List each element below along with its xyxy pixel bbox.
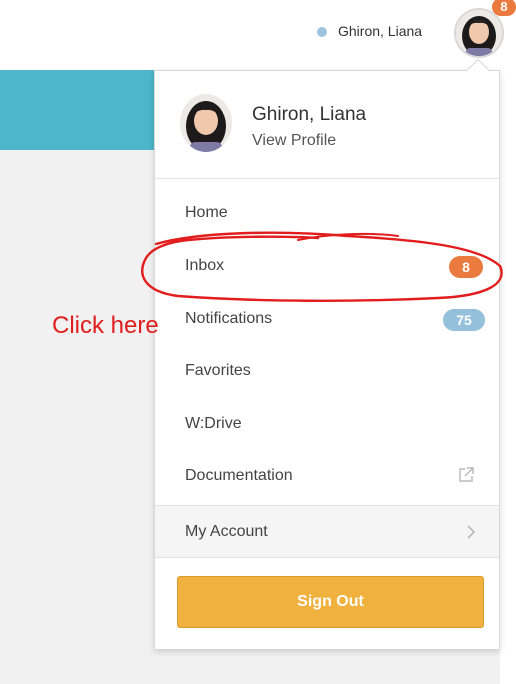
menu-item-wdrive[interactable]: W:Drive [155,399,499,451]
avatar-photo-icon [456,10,502,56]
menu-item-home[interactable]: Home [155,188,499,240]
menu-item-inbox[interactable]: Inbox 8 [155,241,499,293]
notifications-count-badge: 75 [443,309,485,331]
menu-item-label: Inbox [185,257,225,274]
menu-item-notifications[interactable]: Notifications 75 [155,294,499,346]
my-account-row[interactable]: My Account [155,505,499,558]
menu-item-label: Documentation [185,467,293,484]
top-user-name[interactable]: Ghiron, Liana [338,23,422,39]
notification-count-badge[interactable]: 8 [492,0,516,16]
view-profile-link[interactable]: View Profile [252,132,336,150]
page-edge [500,70,516,684]
menu-item-documentation[interactable]: Documentation [155,451,499,503]
profile-avatar [180,94,232,152]
menu-item-label: W:Drive [185,415,242,432]
menu-item-label: Favorites [185,362,251,379]
status-indicator [317,27,327,37]
annotation-label: Click here [52,312,159,339]
user-avatar-button[interactable] [454,8,504,58]
profile-photo-icon [180,94,232,152]
menu-item-label: Home [185,204,228,221]
external-link-icon [459,467,474,482]
menu-item-favorites[interactable]: Favorites [155,346,499,398]
profile-name: Ghiron, Liana [252,104,367,125]
chevron-right-icon [467,525,476,539]
sign-out-button[interactable]: Sign Out [177,576,484,628]
menu-item-label: Notifications [185,310,273,327]
menu-divider [155,178,499,179]
my-account-label: My Account [185,523,268,540]
inbox-count-badge: 8 [449,256,483,278]
